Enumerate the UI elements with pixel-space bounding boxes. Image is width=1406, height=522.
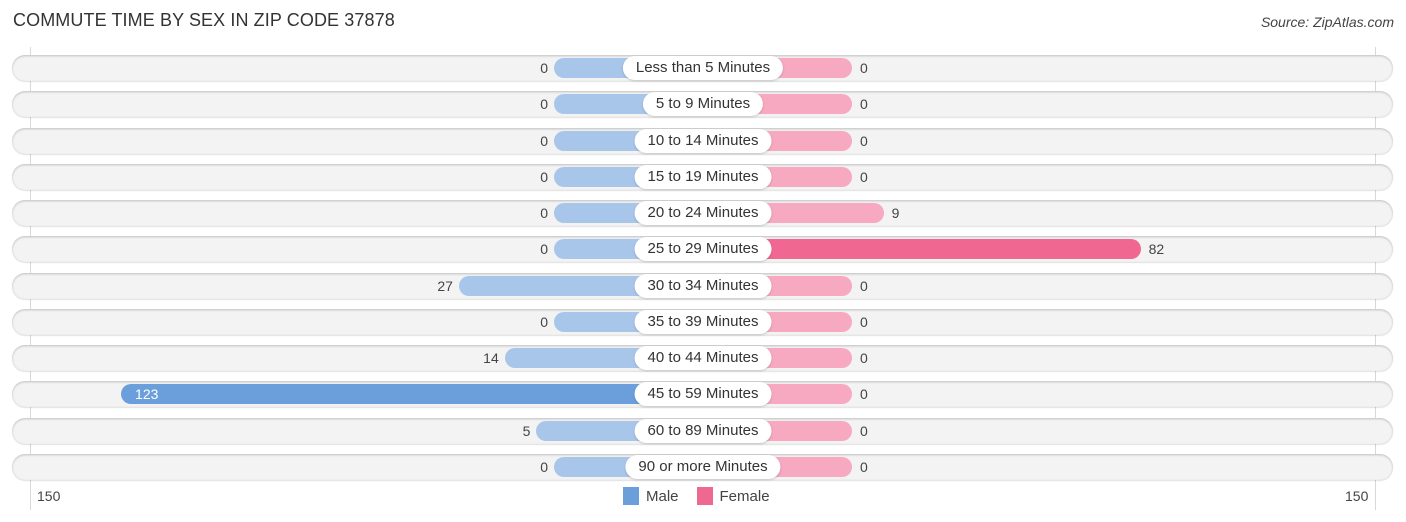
category-label: 20 to 24 Minutes <box>634 201 772 226</box>
value-label-male: 0 <box>540 205 548 222</box>
legend-label-female: Female <box>719 487 770 505</box>
chart-rows: 0 0 Less than 5 Minutes 0 0 5 to 9 Minutes 0 0 1… <box>0 0 1406 522</box>
legend-item-female[interactable]: Female <box>696 487 770 505</box>
value-label-male: 0 <box>540 96 548 113</box>
category-label: 15 to 19 Minutes <box>634 164 772 189</box>
value-label-male: 0 <box>540 132 548 149</box>
value-label-male: 0 <box>540 168 548 185</box>
category-label: 35 to 39 Minutes <box>634 309 772 334</box>
value-label-male: 0 <box>540 458 548 475</box>
value-label-female: 0 <box>860 60 868 76</box>
category-label: 40 to 44 Minutes <box>634 346 772 371</box>
category-label: 60 to 89 Minutes <box>634 418 772 443</box>
category-label: 90 or more Minutes <box>625 454 781 479</box>
value-label-male: 27 <box>437 277 453 294</box>
value-label-female: 0 <box>860 386 868 403</box>
axis-label-right: 150 <box>1345 488 1369 504</box>
category-label: 10 to 14 Minutes <box>634 128 772 153</box>
value-label-male: 0 <box>540 60 548 76</box>
legend-label-male: Male <box>646 487 679 505</box>
value-label-female: 0 <box>860 422 868 439</box>
legend-swatch-male <box>623 487 639 505</box>
value-label-female: 0 <box>860 277 868 294</box>
value-label-female: 0 <box>860 168 868 185</box>
value-label-male: 14 <box>483 350 499 367</box>
value-label-male: 5 <box>522 422 531 439</box>
value-label-female: 0 <box>860 458 868 475</box>
category-label: Less than 5 Minutes <box>622 56 784 80</box>
legend-swatch-female <box>696 487 713 505</box>
value-label-male: 0 <box>540 313 548 330</box>
value-label-female: 82 <box>1148 241 1165 258</box>
value-label-male: 123 <box>135 386 159 403</box>
category-label: 5 to 9 Minutes <box>642 92 764 117</box>
axis-label-left: 150 <box>37 488 61 504</box>
value-label-female: 0 <box>860 350 868 367</box>
legend-item-male[interactable]: Male <box>623 487 679 505</box>
value-label-female: 0 <box>860 96 868 113</box>
category-label: 45 to 59 Minutes <box>634 382 772 407</box>
value-label-female: 0 <box>860 132 868 149</box>
category-label: 25 to 29 Minutes <box>634 237 772 262</box>
bar-male[interactable] <box>121 384 703 405</box>
value-label-female: 9 <box>891 205 900 222</box>
value-label-male: 0 <box>540 241 548 258</box>
value-label-female: 0 <box>860 313 868 330</box>
legend: Male Female <box>623 487 770 505</box>
category-label: 30 to 34 Minutes <box>634 273 772 298</box>
